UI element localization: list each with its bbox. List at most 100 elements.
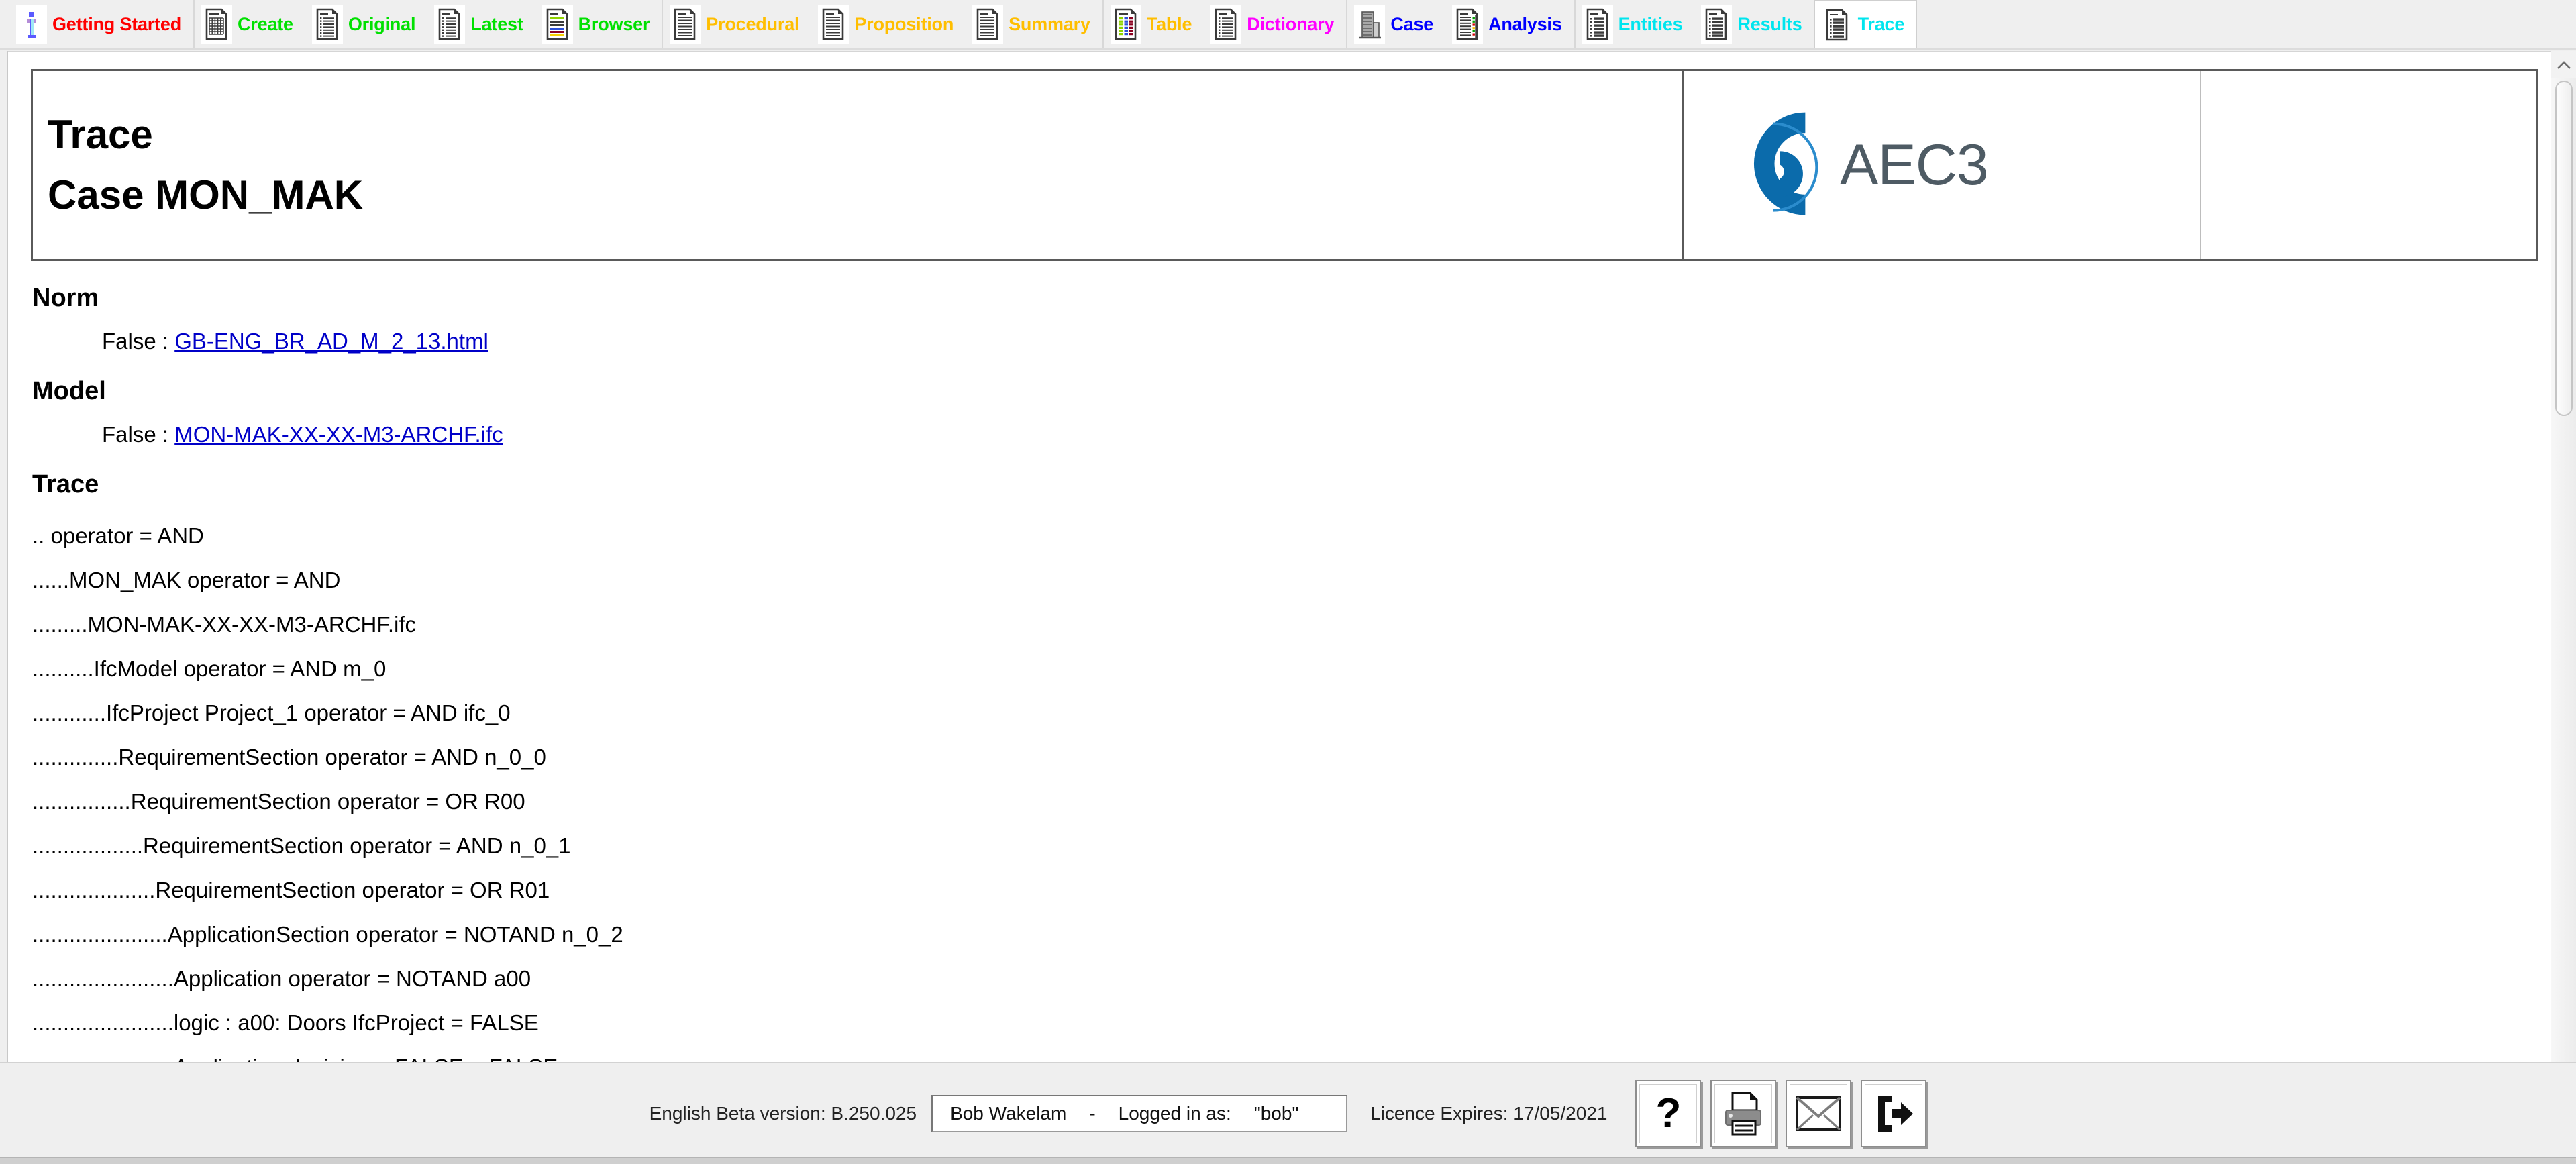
user-name: Bob Wakelam (950, 1102, 1067, 1124)
vertical-scrollbar[interactable] (2551, 51, 2576, 1062)
tab-label: Create (238, 13, 293, 34)
tab-entities[interactable]: Entities (1576, 0, 1695, 48)
tab-label: Case (1390, 13, 1434, 34)
tab-label: Latest (470, 13, 523, 34)
logged-in-value: "bob" (1253, 1102, 1299, 1124)
tab-table[interactable]: Table (1104, 0, 1204, 48)
tab-label: Original (348, 13, 416, 34)
trace-line: ..................RequirementSection ope… (32, 833, 571, 858)
document-analysis-icon (1452, 5, 1484, 44)
document-lines-icon (1210, 5, 1242, 44)
document-grid-icon (201, 5, 233, 44)
title-text-cell: Trace Case MON_MAK (33, 71, 1684, 259)
page-subtitle: Case MON_MAK (48, 172, 364, 217)
tab-summary[interactable]: Summary (966, 0, 1102, 48)
licence-expiry-label: Licence Expires: 17/05/2021 (1370, 1102, 1608, 1124)
version-label: English Beta version: B.250.025 (649, 1102, 917, 1124)
info-icon (16, 5, 47, 44)
aec3-logo-text: AEC3 (1840, 132, 1989, 197)
tab-trace[interactable]: Trace (1814, 0, 1918, 48)
trace-line: ..............RequirementSection operato… (32, 745, 546, 770)
logo-blank-cell (2201, 71, 2536, 259)
document-list-icon (1701, 5, 1733, 44)
section-link-norm[interactable]: GB-ENG_BR_AD_M_2_13.html (174, 329, 488, 354)
logout-button[interactable] (1861, 1079, 1927, 1147)
content-frame: Trace Case MON_MAK AEC3 Norm False: GB-… (0, 50, 2576, 1062)
document-plain-icon (670, 5, 701, 44)
tab-group-0: Getting Started (9, 0, 195, 48)
printer-icon (1714, 1083, 1773, 1143)
mail-button[interactable] (1786, 1079, 1852, 1147)
aec3-logo-mark (1723, 103, 1837, 227)
section-value-norm: False : GB-ENG_BR_AD_M_2_13.html (102, 329, 2551, 354)
user-session-box: Bob Wakelam - Logged in as: "bob" (931, 1094, 1348, 1132)
section-value-prefix: False : (102, 329, 175, 354)
tab-label: Procedural (706, 13, 800, 34)
trace-line: ......................ApplicationSection… (32, 922, 623, 947)
chevron-up-icon[interactable] (2551, 54, 2576, 78)
tab-label: Getting Started (52, 13, 182, 34)
tab-procedural[interactable]: Procedural (663, 0, 811, 48)
tab-group-3: Table Dictionary (1104, 0, 1348, 48)
tab-analysis[interactable]: Analysis (1445, 0, 1574, 48)
page-title: Trace (48, 112, 153, 157)
tab-group-4: Case Analysis (1347, 0, 1576, 48)
document-table-icon (1110, 5, 1141, 44)
document-list-icon (1582, 5, 1613, 44)
tab-getting-started[interactable]: Getting Started (9, 0, 193, 48)
building-icon (1354, 5, 1386, 44)
envelope-icon (1790, 1083, 1848, 1143)
tab-label: Browser (578, 13, 650, 34)
tab-original[interactable]: Original (305, 0, 427, 48)
trace-line: ............IfcProject Project_1 operato… (32, 700, 511, 725)
tab-label: Results (1737, 13, 1802, 34)
title-header-box: Trace Case MON_MAK AEC3 (31, 69, 2538, 261)
trace-line: .......................Application opera… (32, 966, 531, 991)
section-value-prefix: False : (102, 422, 175, 447)
section-link-model[interactable]: MON-MAK-XX-XX-M3-ARCHF.ifc (174, 422, 503, 447)
section-heading-norm: Norm (32, 284, 99, 312)
tab-label: Trace (1857, 14, 1905, 34)
document-list-icon (1822, 5, 1853, 44)
separator-dash: - (1089, 1102, 1096, 1124)
tab-case[interactable]: Case (1347, 0, 1445, 48)
question-mark-icon: ? (1639, 1083, 1698, 1143)
tab-group-1: Create Original Latest Browser (195, 0, 664, 48)
tab-latest[interactable]: Latest (427, 0, 535, 48)
reference-sections: Norm False : GB-ENG_BR_AD_M_2_13.html Mode… (8, 284, 2551, 447)
tab-results[interactable]: Results (1694, 0, 1814, 48)
tab-proposition[interactable]: Proposition (811, 0, 966, 48)
exit-arrow-icon (1865, 1083, 1923, 1143)
tab-label: Table (1146, 13, 1192, 34)
trace-line: ....................RequirementSection o… (32, 878, 550, 902)
document-lines-icon (434, 5, 466, 44)
trace-line: .......................logic : a00: Door… (32, 1010, 539, 1035)
tab-browser[interactable]: Browser (535, 0, 662, 48)
section-value-model: False : MON-MAK-XX-XX-M3-ARCHF.ifc (102, 422, 2551, 447)
trace-line: ................RequirementSection opera… (32, 789, 525, 814)
scrollbar-thumb[interactable] (2555, 81, 2573, 416)
tab-label: Proposition (854, 13, 954, 34)
trace-line: ......MON_MAK operator = AND (32, 568, 341, 592)
document-plain-icon (818, 5, 849, 44)
print-button[interactable] (1710, 1079, 1777, 1147)
tab-group-5: Entities Results Trace (1576, 0, 1918, 48)
logo-cell: AEC3 (1684, 71, 2201, 259)
window-bottom-strip (0, 1157, 2576, 1164)
application-window: Getting Started Create Original Latest Brows… (0, 0, 2576, 1164)
status-footer: English Beta version: B.250.025 Bob Wake… (0, 1062, 2576, 1164)
help-button[interactable]: ? (1635, 1079, 1702, 1147)
tab-label: Dictionary (1247, 13, 1335, 34)
tab-label: Summary (1009, 13, 1090, 34)
section-heading-model: Model (32, 377, 106, 405)
document-color-lines-icon (542, 5, 573, 44)
trace-line: .......................Application decis… (32, 1045, 2551, 1062)
tab-create[interactable]: Create (195, 0, 305, 48)
document-lines-icon (311, 5, 343, 44)
footer-button-group: ? (1635, 1079, 1927, 1147)
tab-dictionary[interactable]: Dictionary (1204, 0, 1346, 48)
trace-line-list: .. operator = AND ......MON_MAK operator … (8, 514, 2551, 1062)
tab-label: Entities (1618, 13, 1683, 34)
main-tab-bar: Getting Started Create Original Latest Brows… (0, 0, 2576, 50)
document-pane: Trace Case MON_MAK AEC3 Norm False: GB-… (8, 51, 2551, 1062)
